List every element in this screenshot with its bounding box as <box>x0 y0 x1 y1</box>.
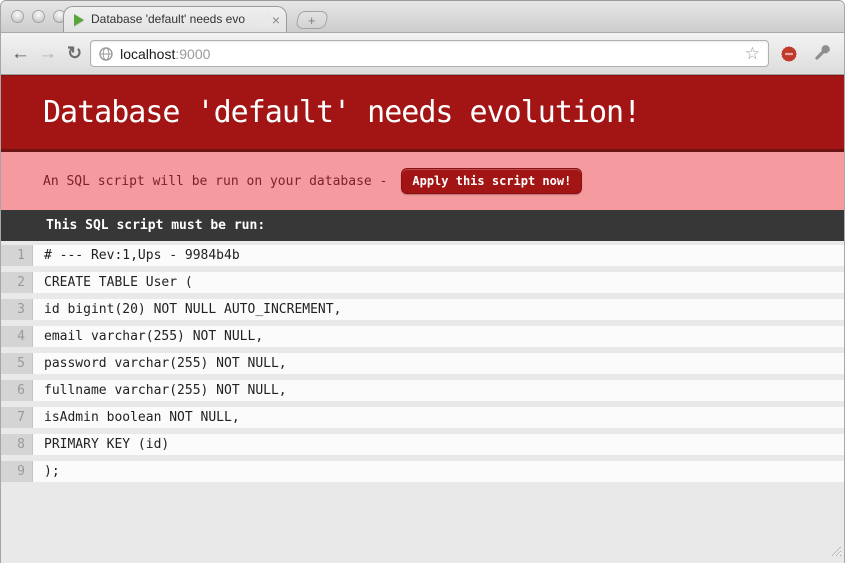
script-line: 5 password varchar(255) NOT NULL, <box>1 353 844 374</box>
titlebar: Database 'default' needs evo × + <box>1 1 844 33</box>
back-button[interactable]: ← <box>11 44 30 63</box>
line-number: 6 <box>1 380 33 401</box>
line-number: 4 <box>1 326 33 347</box>
page-title: Database 'default' needs evolution! <box>43 95 640 130</box>
url-port: :9000 <box>175 46 210 62</box>
script-line: 2 CREATE TABLE User ( <box>1 272 844 293</box>
wrench-menu-icon[interactable] <box>809 41 834 66</box>
page-header: Database 'default' needs evolution! <box>1 75 844 152</box>
address-bar[interactable]: localhost:9000 ☆ <box>90 40 769 67</box>
globe-icon <box>99 47 113 61</box>
browser-tab[interactable]: Database 'default' needs evo × <box>63 6 287 32</box>
line-code: isAdmin boolean NOT NULL, <box>33 407 844 428</box>
line-code: # --- Rev:1,Ups - 9984b4b <box>33 245 844 266</box>
close-window-button[interactable] <box>11 10 24 23</box>
script-line: 7 isAdmin boolean NOT NULL, <box>1 407 844 428</box>
play-framework-favicon-icon <box>74 14 84 26</box>
line-code: email varchar(255) NOT NULL, <box>33 326 844 347</box>
script-line: 1 # --- Rev:1,Ups - 9984b4b <box>1 245 844 266</box>
apply-script-button[interactable]: Apply this script now! <box>401 168 582 194</box>
script-line: 3 id bigint(20) NOT NULL AUTO_INCREMENT, <box>1 299 844 320</box>
line-number: 2 <box>1 272 33 293</box>
reload-button[interactable]: ↻ <box>67 44 82 63</box>
script-line: 4 email varchar(255) NOT NULL, <box>1 326 844 347</box>
line-number: 3 <box>1 299 33 320</box>
tab-close-icon[interactable]: × <box>272 13 280 27</box>
script-line: 6 fullname varchar(255) NOT NULL, <box>1 380 844 401</box>
forward-button[interactable]: → <box>38 44 57 63</box>
extension-gear-icon[interactable] <box>777 42 801 66</box>
evolution-banner: An SQL script will be run on your databa… <box>1 152 844 210</box>
browser-toolbar: ← → ↻ localhost:9000 ☆ <box>1 33 844 75</box>
window-resize-grip[interactable] <box>829 542 842 561</box>
page-content: Database 'default' needs evolution! An S… <box>1 75 844 563</box>
line-number: 8 <box>1 434 33 455</box>
line-number: 7 <box>1 407 33 428</box>
line-number: 9 <box>1 461 33 482</box>
script-section-header: This SQL script must be run: <box>1 210 844 241</box>
line-code: fullname varchar(255) NOT NULL, <box>33 380 844 401</box>
new-tab-button[interactable]: + <box>295 11 329 29</box>
url-host: localhost <box>120 46 175 62</box>
script-lines: 1 # --- Rev:1,Ups - 9984b4b 2 CREATE TAB… <box>1 241 844 482</box>
line-code: password varchar(255) NOT NULL, <box>33 353 844 374</box>
window-controls <box>11 10 66 23</box>
line-code: PRIMARY KEY (id) <box>33 434 844 455</box>
minimize-window-button[interactable] <box>32 10 45 23</box>
line-code: CREATE TABLE User ( <box>33 272 844 293</box>
line-number: 1 <box>1 245 33 266</box>
browser-window: Database 'default' needs evo × + ← → ↻ l… <box>0 0 845 563</box>
plus-icon: + <box>308 14 316 27</box>
banner-message: An SQL script will be run on your databa… <box>43 174 387 189</box>
line-number: 5 <box>1 353 33 374</box>
script-line: 9 ); <box>1 461 844 482</box>
line-code: id bigint(20) NOT NULL AUTO_INCREMENT, <box>33 299 844 320</box>
url-text: localhost:9000 <box>120 46 738 62</box>
tab-title: Database 'default' needs evo <box>91 12 270 27</box>
script-line: 8 PRIMARY KEY (id) <box>1 434 844 455</box>
line-code: ); <box>33 461 844 482</box>
bookmark-star-icon[interactable]: ☆ <box>745 45 760 62</box>
